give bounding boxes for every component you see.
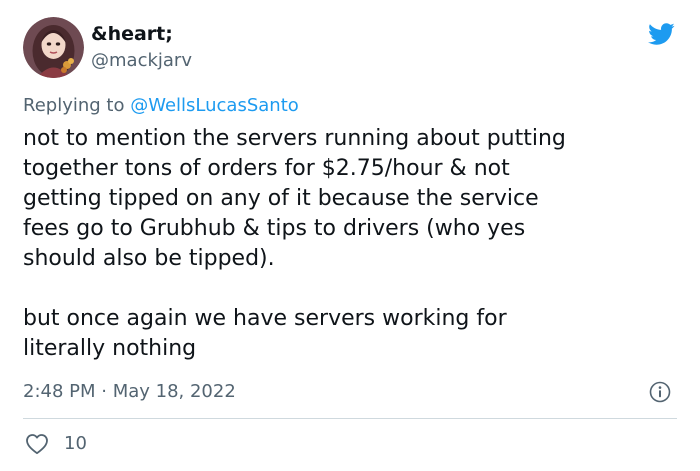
like-count: 10 [64,433,87,454]
tweet-paragraph: but once again we have servers working f… [23,306,507,361]
like-button[interactable]: 10 [23,432,87,456]
tweet-paragraph: not to mention the servers running about… [23,126,566,271]
heart-icon[interactable] [25,433,49,455]
avatar[interactable] [23,17,84,78]
divider [23,418,677,419]
info-icon[interactable] [649,381,671,403]
replying-to-label: Replying to [23,95,131,116]
author-display-name[interactable]: &heart; [91,22,173,46]
replying-to-line: Replying to @WellsLucasSanto [23,94,299,118]
author-handle[interactable]: @mackjarv [91,49,192,73]
tweet-timestamp[interactable]: 2:48 PM · May 18, 2022 [23,380,236,404]
twitter-bird-icon[interactable] [645,20,677,48]
reply-mention-link[interactable]: @WellsLucasSanto [130,95,299,116]
avatar-image [23,17,84,78]
tweet-card: &heart; @mackjarv Replying to @WellsLuca… [0,0,700,471]
tweet-body: not to mention the servers running about… [23,124,673,364]
